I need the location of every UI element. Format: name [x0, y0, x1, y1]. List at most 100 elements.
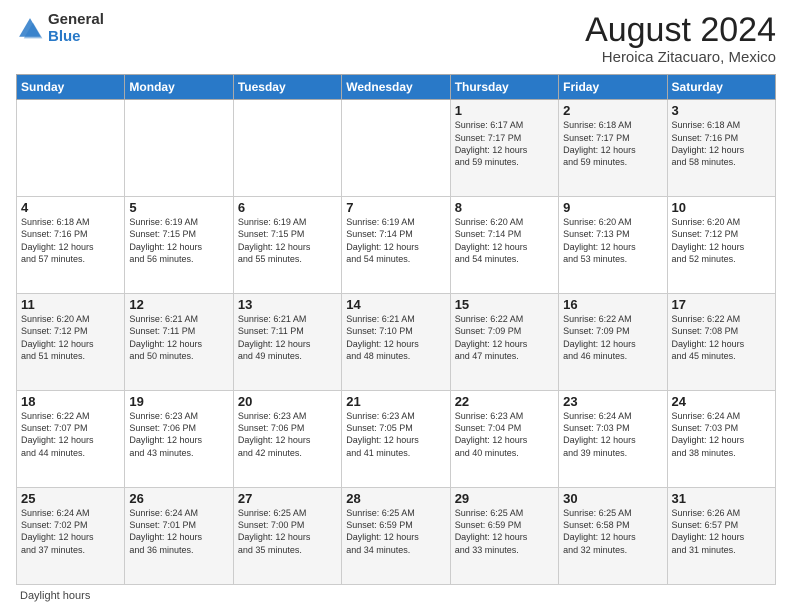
day-info: Sunrise: 6:18 AM Sunset: 7:16 PM Dayligh… [21, 216, 120, 265]
day-info: Sunrise: 6:22 AM Sunset: 7:07 PM Dayligh… [21, 410, 120, 459]
calendar-table: SundayMondayTuesdayWednesdayThursdayFrid… [16, 74, 776, 585]
day-info: Sunrise: 6:18 AM Sunset: 7:17 PM Dayligh… [563, 119, 662, 168]
day-info: Sunrise: 6:20 AM Sunset: 7:12 PM Dayligh… [672, 216, 771, 265]
weekday-header: Monday [125, 75, 233, 100]
day-info: Sunrise: 6:24 AM Sunset: 7:03 PM Dayligh… [672, 410, 771, 459]
logo-text: General Blue [48, 12, 104, 45]
calendar-cell: 31Sunrise: 6:26 AM Sunset: 6:57 PM Dayli… [667, 488, 775, 585]
title-block: August 2024 Heroica Zitacuaro, Mexico [585, 12, 776, 66]
day-number: 4 [21, 200, 120, 215]
calendar-cell: 7Sunrise: 6:19 AM Sunset: 7:14 PM Daylig… [342, 197, 450, 294]
day-number: 25 [21, 491, 120, 506]
page: General Blue August 2024 Heroica Zitacua… [0, 0, 792, 612]
calendar-cell [17, 100, 125, 197]
calendar-cell: 6Sunrise: 6:19 AM Sunset: 7:15 PM Daylig… [233, 197, 341, 294]
day-info: Sunrise: 6:23 AM Sunset: 7:04 PM Dayligh… [455, 410, 554, 459]
calendar-cell: 23Sunrise: 6:24 AM Sunset: 7:03 PM Dayli… [559, 391, 667, 488]
calendar-cell: 24Sunrise: 6:24 AM Sunset: 7:03 PM Dayli… [667, 391, 775, 488]
calendar-cell: 16Sunrise: 6:22 AM Sunset: 7:09 PM Dayli… [559, 294, 667, 391]
day-info: Sunrise: 6:18 AM Sunset: 7:16 PM Dayligh… [672, 119, 771, 168]
day-info: Sunrise: 6:19 AM Sunset: 7:15 PM Dayligh… [238, 216, 337, 265]
day-number: 16 [563, 297, 662, 312]
weekday-header: Tuesday [233, 75, 341, 100]
day-info: Sunrise: 6:23 AM Sunset: 7:06 PM Dayligh… [238, 410, 337, 459]
day-number: 30 [563, 491, 662, 506]
calendar-header: SundayMondayTuesdayWednesdayThursdayFrid… [17, 75, 776, 100]
day-number: 26 [129, 491, 228, 506]
day-info: Sunrise: 6:23 AM Sunset: 7:05 PM Dayligh… [346, 410, 445, 459]
day-info: Sunrise: 6:22 AM Sunset: 7:08 PM Dayligh… [672, 313, 771, 362]
day-number: 5 [129, 200, 228, 215]
day-number: 18 [21, 394, 120, 409]
day-info: Sunrise: 6:25 AM Sunset: 6:59 PM Dayligh… [455, 507, 554, 556]
calendar-cell: 17Sunrise: 6:22 AM Sunset: 7:08 PM Dayli… [667, 294, 775, 391]
day-info: Sunrise: 6:21 AM Sunset: 7:11 PM Dayligh… [238, 313, 337, 362]
day-info: Sunrise: 6:20 AM Sunset: 7:13 PM Dayligh… [563, 216, 662, 265]
day-info: Sunrise: 6:24 AM Sunset: 7:02 PM Dayligh… [21, 507, 120, 556]
day-number: 7 [346, 200, 445, 215]
day-info: Sunrise: 6:24 AM Sunset: 7:03 PM Dayligh… [563, 410, 662, 459]
day-number: 15 [455, 297, 554, 312]
calendar-cell: 28Sunrise: 6:25 AM Sunset: 6:59 PM Dayli… [342, 488, 450, 585]
day-info: Sunrise: 6:19 AM Sunset: 7:15 PM Dayligh… [129, 216, 228, 265]
day-info: Sunrise: 6:21 AM Sunset: 7:11 PM Dayligh… [129, 313, 228, 362]
day-number: 17 [672, 297, 771, 312]
calendar-week-row: 11Sunrise: 6:20 AM Sunset: 7:12 PM Dayli… [17, 294, 776, 391]
calendar-cell: 27Sunrise: 6:25 AM Sunset: 7:00 PM Dayli… [233, 488, 341, 585]
calendar-cell: 26Sunrise: 6:24 AM Sunset: 7:01 PM Dayli… [125, 488, 233, 585]
calendar-cell: 19Sunrise: 6:23 AM Sunset: 7:06 PM Dayli… [125, 391, 233, 488]
calendar-body: 1Sunrise: 6:17 AM Sunset: 7:17 PM Daylig… [17, 100, 776, 585]
day-number: 3 [672, 103, 771, 118]
day-number: 27 [238, 491, 337, 506]
day-number: 28 [346, 491, 445, 506]
calendar-cell: 1Sunrise: 6:17 AM Sunset: 7:17 PM Daylig… [450, 100, 558, 197]
calendar-cell: 15Sunrise: 6:22 AM Sunset: 7:09 PM Dayli… [450, 294, 558, 391]
day-info: Sunrise: 6:20 AM Sunset: 7:14 PM Dayligh… [455, 216, 554, 265]
calendar-cell: 18Sunrise: 6:22 AM Sunset: 7:07 PM Dayli… [17, 391, 125, 488]
weekday-header: Sunday [17, 75, 125, 100]
calendar-cell: 2Sunrise: 6:18 AM Sunset: 7:17 PM Daylig… [559, 100, 667, 197]
calendar-cell: 9Sunrise: 6:20 AM Sunset: 7:13 PM Daylig… [559, 197, 667, 294]
day-number: 29 [455, 491, 554, 506]
day-number: 20 [238, 394, 337, 409]
day-info: Sunrise: 6:23 AM Sunset: 7:06 PM Dayligh… [129, 410, 228, 459]
footer-label: Daylight hours [20, 590, 90, 602]
calendar-cell: 5Sunrise: 6:19 AM Sunset: 7:15 PM Daylig… [125, 197, 233, 294]
day-info: Sunrise: 6:25 AM Sunset: 6:59 PM Dayligh… [346, 507, 445, 556]
calendar-cell: 14Sunrise: 6:21 AM Sunset: 7:10 PM Dayli… [342, 294, 450, 391]
calendar-week-row: 1Sunrise: 6:17 AM Sunset: 7:17 PM Daylig… [17, 100, 776, 197]
day-number: 21 [346, 394, 445, 409]
day-info: Sunrise: 6:20 AM Sunset: 7:12 PM Dayligh… [21, 313, 120, 362]
day-number: 14 [346, 297, 445, 312]
calendar-cell [233, 100, 341, 197]
logo: General Blue [16, 12, 104, 45]
calendar-cell: 11Sunrise: 6:20 AM Sunset: 7:12 PM Dayli… [17, 294, 125, 391]
calendar-cell: 4Sunrise: 6:18 AM Sunset: 7:16 PM Daylig… [17, 197, 125, 294]
calendar-cell: 20Sunrise: 6:23 AM Sunset: 7:06 PM Dayli… [233, 391, 341, 488]
calendar-title: August 2024 [585, 12, 776, 49]
calendar-week-row: 18Sunrise: 6:22 AM Sunset: 7:07 PM Dayli… [17, 391, 776, 488]
header: General Blue August 2024 Heroica Zitacua… [16, 12, 776, 66]
day-info: Sunrise: 6:24 AM Sunset: 7:01 PM Dayligh… [129, 507, 228, 556]
calendar-cell [342, 100, 450, 197]
weekday-row: SundayMondayTuesdayWednesdayThursdayFrid… [17, 75, 776, 100]
calendar-cell: 30Sunrise: 6:25 AM Sunset: 6:58 PM Dayli… [559, 488, 667, 585]
day-number: 22 [455, 394, 554, 409]
weekday-header: Thursday [450, 75, 558, 100]
day-number: 23 [563, 394, 662, 409]
day-number: 1 [455, 103, 554, 118]
weekday-header: Wednesday [342, 75, 450, 100]
day-number: 6 [238, 200, 337, 215]
day-info: Sunrise: 6:21 AM Sunset: 7:10 PM Dayligh… [346, 313, 445, 362]
calendar-week-row: 25Sunrise: 6:24 AM Sunset: 7:02 PM Dayli… [17, 488, 776, 585]
day-number: 19 [129, 394, 228, 409]
calendar-cell: 10Sunrise: 6:20 AM Sunset: 7:12 PM Dayli… [667, 197, 775, 294]
logo-general: General [48, 12, 104, 29]
day-number: 24 [672, 394, 771, 409]
day-number: 11 [21, 297, 120, 312]
day-info: Sunrise: 6:17 AM Sunset: 7:17 PM Dayligh… [455, 119, 554, 168]
calendar-cell: 29Sunrise: 6:25 AM Sunset: 6:59 PM Dayli… [450, 488, 558, 585]
calendar-subtitle: Heroica Zitacuaro, Mexico [585, 49, 776, 66]
day-number: 10 [672, 200, 771, 215]
weekday-header: Friday [559, 75, 667, 100]
